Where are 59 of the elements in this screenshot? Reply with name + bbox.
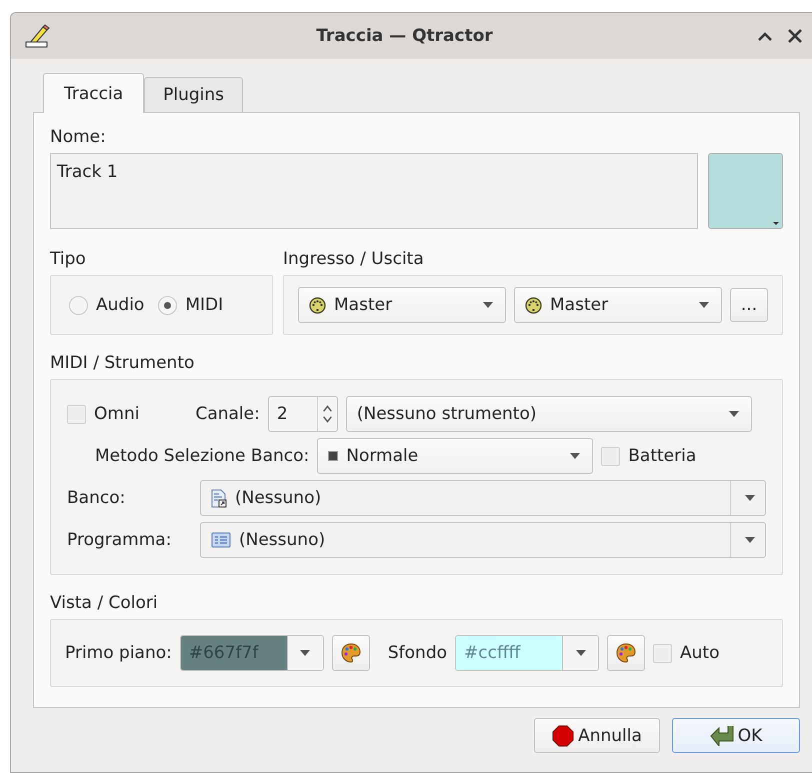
group-title: Ingresso / Uscita [283, 249, 425, 269]
checkbox-label: Omni [94, 404, 140, 424]
checkbox-label: Auto [680, 643, 720, 663]
group-title: Tipo [50, 249, 87, 269]
dropdown-arrow-icon [576, 650, 586, 656]
tab[interactable]: Traccia [43, 73, 144, 113]
field-label: Primo piano: [65, 643, 172, 663]
field-label: Nome: [50, 127, 107, 147]
bank-dropdown[interactable]: (Nessuno) [200, 480, 766, 516]
output-dropdown[interactable]: Master [514, 287, 722, 323]
group-title: Vista / Colori [50, 593, 159, 613]
more-button[interactable]: ... [730, 288, 768, 322]
dropdown-arrow-icon [699, 302, 709, 308]
field-label: Canale: [195, 404, 260, 424]
tab[interactable]: Plugins [144, 77, 244, 112]
connector-icon [309, 296, 326, 314]
radio-label: Audio [96, 295, 144, 315]
input-dropdown[interactable]: Master [298, 287, 506, 323]
field-label: Sfondo [388, 643, 448, 663]
square-icon [328, 451, 338, 461]
color-dropdown[interactable]: #ccffff [455, 635, 600, 671]
dropdown-arrow-icon [745, 495, 755, 501]
checkbox[interactable] [601, 446, 620, 466]
cancel-button[interactable]: Annulla [534, 718, 660, 753]
name-field[interactable]: Track 1 [50, 153, 698, 229]
palette-icon [616, 643, 636, 663]
checkbox[interactable] [653, 644, 672, 662]
color-picker-button[interactable] [332, 635, 370, 671]
checkbox-label: Batteria [628, 446, 696, 466]
field-label: Banco: [67, 488, 126, 508]
dropdown-arrow-icon [483, 302, 493, 308]
connector-icon [525, 296, 542, 314]
pencil-icon [25, 24, 51, 48]
palette-icon [340, 643, 361, 663]
close-icon[interactable] [788, 29, 802, 43]
dropdown-arrow-icon [570, 453, 580, 459]
color-swatch-button[interactable] [708, 153, 783, 229]
ok-button[interactable]: OK [672, 718, 800, 753]
chevron-up-icon[interactable] [758, 32, 772, 40]
radio-button[interactable] [69, 296, 88, 314]
radio-button[interactable] [158, 296, 178, 314]
bank-method-dropdown[interactable]: Normale [317, 438, 594, 474]
dropdown-arrow-icon [728, 411, 739, 417]
channel-spinbox[interactable]: 2 [268, 396, 338, 432]
instrument-dropdown[interactable]: (Nessuno strumento) [346, 396, 752, 432]
group-title: MIDI / Strumento [50, 353, 196, 373]
program-dropdown[interactable]: (Nessuno) [200, 522, 766, 558]
field-label: Programma: [67, 530, 172, 550]
document-icon [211, 488, 227, 508]
dropdown-arrow-icon [745, 537, 755, 543]
color-picker-button[interactable] [607, 635, 646, 671]
arrow-icon [710, 726, 734, 746]
checkbox[interactable] [67, 404, 86, 424]
dropdown-arrow-icon [300, 650, 310, 656]
window-title: Traccia — Qtractor [315, 26, 494, 46]
field-label: Metodo Selezione Banco: [95, 446, 310, 466]
radio-label: MIDI [185, 295, 224, 315]
list-icon [211, 532, 231, 548]
stop-icon [552, 724, 574, 746]
